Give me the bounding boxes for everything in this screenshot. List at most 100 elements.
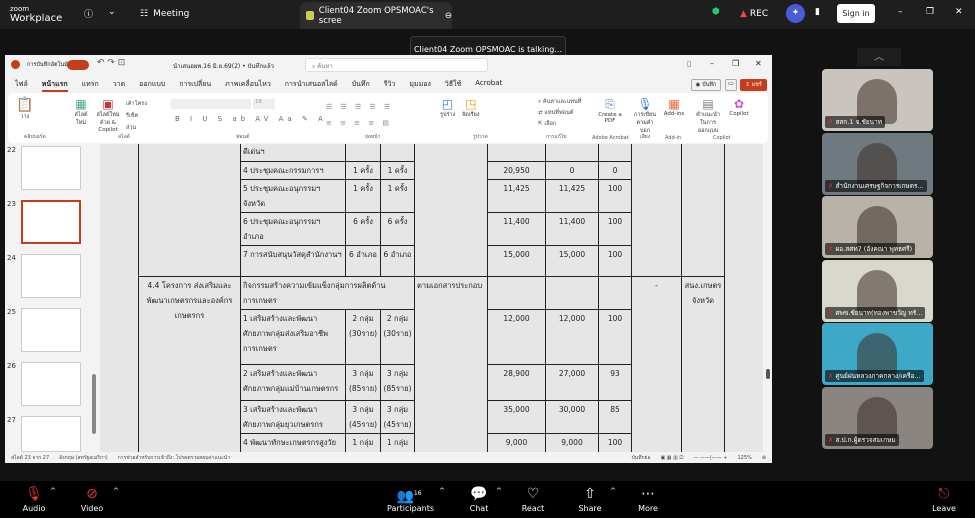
meeting-button[interactable]: ☷ Meeting — [140, 9, 189, 19]
find-button[interactable]: ⌕ ค้นหาและแทนที่ — [538, 97, 581, 108]
audio-options-chevron[interactable]: ^ — [50, 487, 56, 495]
search-input[interactable]: ⌕ ค้นหา — [305, 58, 488, 72]
share-button[interactable]: ⇪ แชร์ — [740, 79, 767, 91]
participant-video-tile[interactable]: ✗ ผอ.สศท7 (อังคณา พุทธศรี) — [822, 196, 933, 258]
font-format-buttons[interactable]: B I U S ab AV Aa ✎ A — [175, 115, 327, 123]
tab-insert[interactable]: แทรก — [82, 79, 99, 92]
participant-name: ✗ ศพข.ชัยนาท(ทองพาขวัญ ทรั... — [825, 306, 926, 319]
target-cell — [345, 144, 381, 162]
zoom-slider[interactable]: — ——|—— + — [693, 455, 727, 461]
shapes-button[interactable]: ◰ รูปร่าง — [440, 97, 455, 119]
more-options-icon[interactable]: ⊖ — [445, 11, 452, 21]
participant-video-tile[interactable]: ✗ ศูนย์ฝนหลวงภาคกลาง/เครือ... — [822, 323, 933, 385]
activity-cell: 7 การสนับสนุนวัสดุสำนักงานฯ — [240, 245, 346, 277]
view-buttons[interactable]: ▣ ▦ ▥ ⎚ — [660, 455, 683, 461]
paste-button[interactable]: 📋 วาง — [16, 97, 33, 121]
undo-icon[interactable]: ↶ ↷ ⊡ — [97, 58, 125, 68]
slide-thumbnail[interactable] — [21, 254, 81, 298]
dictate-button[interactable]: 🎙 การเขียนตามคำบอก — [633, 97, 657, 135]
share-screen-button[interactable]: ⇧ Share — [568, 484, 612, 513]
scrollbar-thumb[interactable] — [766, 369, 770, 379]
minimize-icon[interactable]: – — [898, 7, 903, 17]
tab-file[interactable]: ไฟล์ — [15, 79, 28, 92]
paragraph-buttons[interactable]: ☰ ☰ ☰ ☰ ☰ ≡ ≡ ≡ ≡ ▤ — [326, 99, 393, 131]
video-button[interactable]: ⊘ Video — [70, 484, 114, 513]
layout-button[interactable]: เค้าโครง — [126, 98, 147, 110]
tab-transitions[interactable]: การเปลี่ยน — [179, 79, 211, 92]
tab-draw[interactable]: วาด — [113, 79, 125, 92]
table-row-project-header: 4.4 โครงการ ส่งเสริมและพัฒนาเกษตรกรและอง… — [138, 276, 725, 452]
select-button[interactable]: ⇱ เลือก — [538, 119, 581, 130]
reset-button[interactable]: รีเซ็ต — [126, 110, 147, 122]
font-family-select[interactable] — [171, 99, 251, 109]
video-options-chevron[interactable]: ^ — [113, 487, 119, 495]
tab-acrobat[interactable]: Acrobat — [475, 79, 502, 92]
new-slide-button[interactable]: ▦ สไลด์ใหม่ — [70, 97, 92, 127]
arrange-button[interactable]: ◳ จัดเรียง — [462, 97, 480, 119]
tab-record[interactable]: บันทึก — [352, 79, 370, 92]
font-size-select[interactable]: 16 — [253, 99, 275, 109]
participants-chevron[interactable]: ^ — [439, 487, 445, 495]
fit-slide-icon[interactable]: ⊕ — [762, 455, 766, 461]
sign-in-button[interactable]: Sign in — [837, 4, 875, 23]
tab-help[interactable]: วิธีใช้ — [445, 79, 461, 92]
slide-thumbnail[interactable] — [21, 146, 81, 190]
shield-icon[interactable]: ⬢ — [712, 7, 720, 17]
leave-button[interactable]: ⎋ Leave — [922, 484, 966, 513]
target-cell: 6 อำเภอ — [345, 245, 381, 277]
close-icon[interactable]: ✕ — [755, 59, 762, 68]
create-pdf-button[interactable]: ⎘ Create a PDF — [596, 97, 624, 124]
record-button[interactable]: ◉ บันทึก — [691, 79, 721, 91]
slide-canvas: ดีเด่นฯ 4 ประชุมคณะกรรมการฯ 1 ครั้ง 1 ครั้ง… — [100, 144, 763, 452]
rec-indicator[interactable]: ▲ REC — [740, 9, 768, 19]
slide-thumbnail[interactable] — [21, 362, 81, 406]
restore-icon[interactable]: ❐ — [926, 7, 934, 17]
participant-video-tile[interactable]: ✗ สสก.1 จ.ชัยนาท — [822, 69, 933, 131]
slide-thumbnail-selected[interactable] — [21, 200, 81, 244]
participant-video-tile[interactable]: ✗ สำนักงานเศรษฐกิจการเกษตร... — [822, 132, 933, 195]
more-button[interactable]: ⋯ More — [626, 484, 670, 513]
react-button[interactable]: ♡ React — [511, 484, 555, 513]
comments-button[interactable]: ▭ — [725, 79, 737, 91]
agency-cell — [681, 144, 725, 277]
slide-scrollbar[interactable] — [763, 144, 772, 452]
autosave-toggle[interactable] — [67, 60, 89, 70]
share-chevron[interactable]: ^ — [610, 487, 616, 495]
restore-icon[interactable]: ❐ — [732, 59, 739, 68]
participant-video-tile[interactable]: ✗ ส.ป.ก.ผู้ตรวจสมเกษม — [822, 386, 933, 449]
chevron-down-icon[interactable]: ⌄ — [108, 7, 116, 17]
result-cell — [380, 144, 415, 162]
slide-thumbnail[interactable] — [21, 308, 81, 352]
account-icon[interactable]: ▯ — [687, 59, 691, 68]
participant-video-tile[interactable]: ✗ ศพข.ชัยนาท(ทองพาขวัญ ทรั... — [822, 259, 933, 322]
minimize-icon[interactable]: – — [710, 59, 714, 68]
tab-design[interactable]: ออกแบบ — [139, 79, 165, 92]
chat-chevron[interactable]: ^ — [496, 487, 502, 495]
chat-button[interactable]: 💬 Chat — [457, 484, 501, 513]
collapse-gallery-button[interactable]: ︿ — [857, 48, 901, 66]
slide-thumbnail[interactable] — [21, 416, 81, 452]
tab-animations[interactable]: ภาพเคลื่อนไหว — [225, 79, 271, 92]
result-cell: 2 กลุ่ม (30ราย) — [380, 309, 415, 365]
share-tab[interactable]: Client04 Zoom OPSMOAC's scree ⊖ — [300, 2, 452, 29]
table-row: ดีเด่นฯ — [138, 144, 725, 277]
tab-view[interactable]: มุมมอง — [409, 79, 430, 92]
designer-button[interactable]: ▤ คำแนะนำในการออกแบบ — [693, 97, 723, 135]
notes-button[interactable]: บันทึกย่อ — [632, 454, 651, 462]
file-name[interactable]: นำเสนอผพ.16 มิ.ย.69(2) • บันทึกแล้ว — [173, 61, 274, 71]
tab-slideshow[interactable]: การนำเสนอสไลด์ — [285, 79, 338, 92]
addins-button[interactable]: ▦ Add-ins — [662, 97, 686, 117]
info-icon[interactable]: ⓘ — [84, 7, 93, 20]
thumbnail-scrollbar[interactable] — [92, 374, 96, 434]
copilot-button[interactable]: ✿ Copilot — [726, 97, 752, 117]
participants-button[interactable]: 👥16 Participants — [387, 484, 434, 513]
panel-toggle-icon[interactable]: ▮ — [815, 7, 820, 17]
replace-button[interactable]: ⇄ แทนที่ฟอนต์ — [538, 108, 581, 119]
copilot-new-slide-button[interactable]: ▣ สไลด์ใหม่ด้วย & Copilot — [94, 97, 122, 133]
note-cell — [631, 144, 682, 277]
tab-review[interactable]: รีวิว — [384, 79, 396, 92]
ai-companion-icon[interactable]: ✦ — [786, 4, 805, 23]
close-icon[interactable]: ✕ — [955, 7, 963, 17]
tab-home[interactable]: หน้าแรก — [41, 79, 68, 92]
target-cell: 1 กลุ่ม (15ราย) — [345, 433, 381, 452]
